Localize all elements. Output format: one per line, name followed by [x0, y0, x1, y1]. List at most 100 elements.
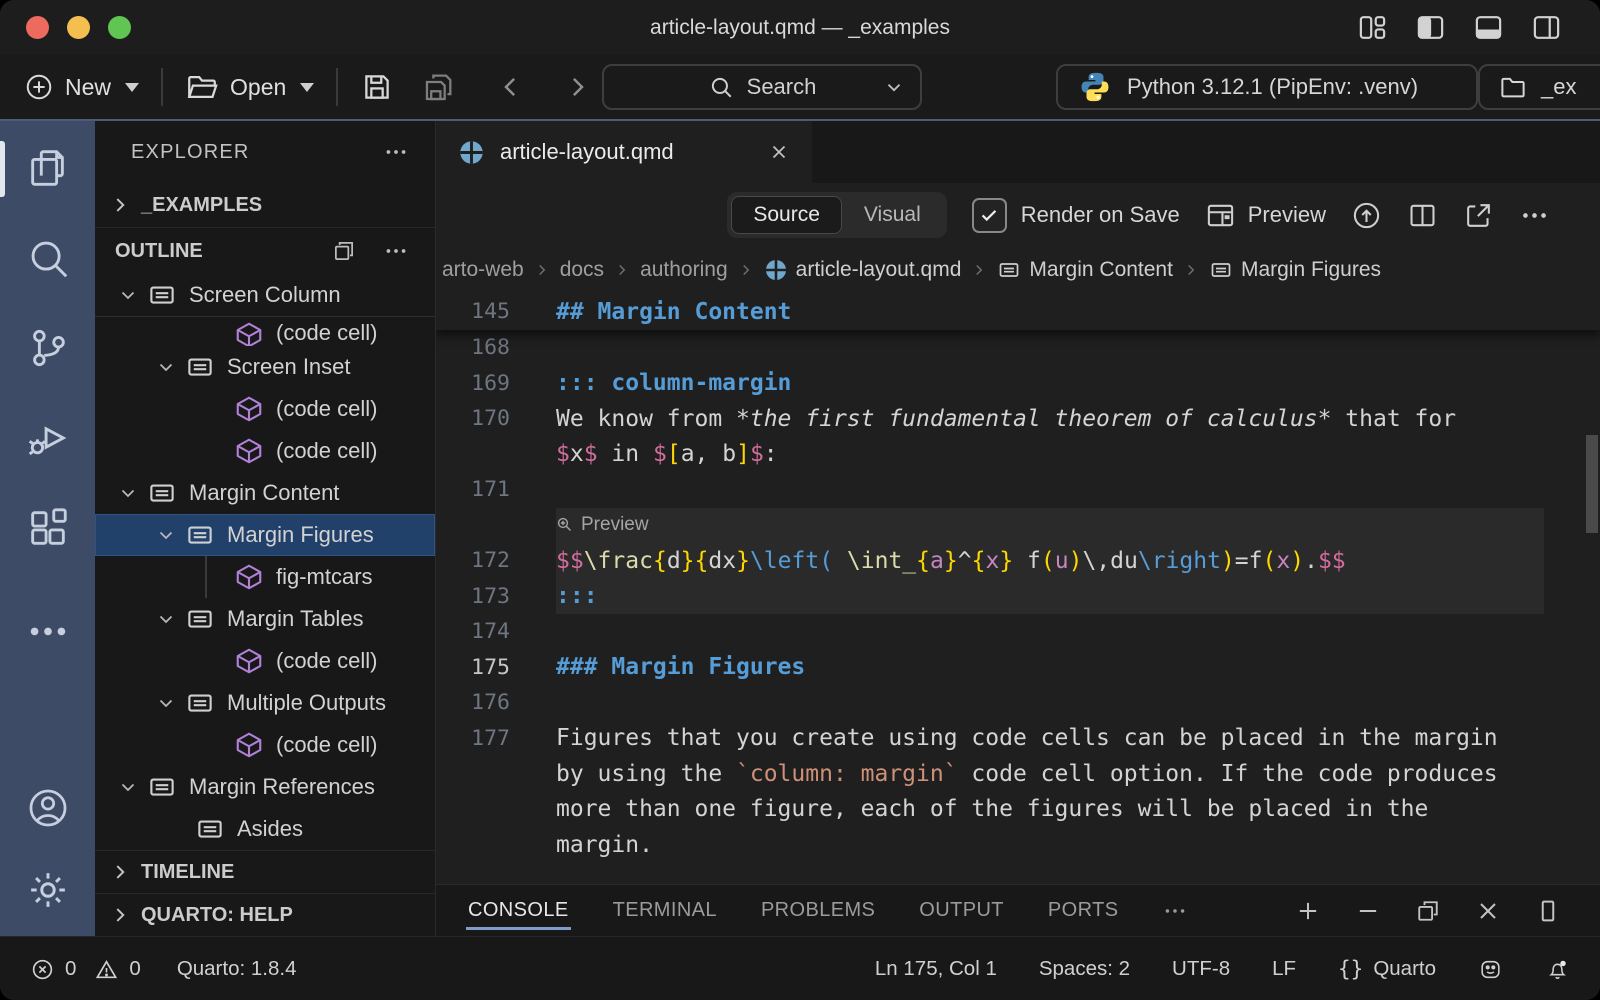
mode-source-button[interactable]: Source [731, 196, 842, 234]
quarto-version[interactable]: Quarto: 1.8.4 [177, 957, 297, 981]
settings-gear-icon[interactable] [26, 868, 70, 912]
indentation-setting[interactable]: Spaces: 2 [1039, 957, 1130, 981]
navigate-back-icon[interactable] [496, 72, 526, 102]
breadcrumb-item[interactable]: article-layout.qmd [764, 258, 962, 282]
outline-item[interactable]: Margin Figures [95, 514, 435, 556]
source-control-icon[interactable] [25, 325, 71, 371]
code-line[interactable]: Preview [436, 508, 1600, 544]
close-panel-icon[interactable] [1474, 897, 1502, 925]
preview-button[interactable]: Preview [1205, 200, 1326, 231]
breadcrumb-item[interactable]: Margin Figures [1209, 258, 1381, 282]
render-on-save-checkbox[interactable] [972, 198, 1007, 233]
run-debug-icon[interactable] [25, 415, 71, 461]
outline-item[interactable]: Margin Tables [95, 598, 435, 640]
new-console-icon[interactable] [1294, 897, 1322, 925]
save-icon[interactable] [360, 70, 394, 104]
panel-tab-terminal[interactable]: TERMINAL [613, 899, 717, 922]
maximize-panel-icon[interactable] [1534, 897, 1562, 925]
chevron-down-icon[interactable] [111, 481, 145, 505]
explorer-files-icon[interactable] [25, 145, 71, 191]
sidebar-section-outline[interactable]: OUTLINE [95, 228, 435, 274]
outline-item[interactable]: (code cell) [95, 388, 435, 430]
code-line[interactable]: 171 [436, 472, 1600, 508]
outline-item[interactable]: (code cell) [95, 317, 435, 346]
code-line[interactable]: $x$ in $[a, b]$: [436, 437, 1600, 473]
panel-tab-problems[interactable]: PROBLEMS [761, 899, 875, 922]
workspace-selector[interactable]: _ex [1478, 64, 1600, 110]
feedback-smiley-icon[interactable] [1478, 957, 1503, 982]
breadcrumb-item[interactable]: docs [560, 258, 604, 282]
code-line[interactable]: 172$$\frac{d}{dx}\left( \int_{a}^{x} f(u… [436, 543, 1600, 579]
eol-setting[interactable]: LF [1272, 957, 1296, 981]
outline-item[interactable]: Screen Column [95, 274, 435, 317]
minimize-window-button[interactable] [67, 16, 90, 39]
code-line[interactable]: margin. [436, 827, 1600, 863]
code-line[interactable]: 173::: [436, 579, 1600, 615]
code-line[interactable]: by using the `column: margin` code cell … [436, 756, 1600, 792]
mode-visual-button[interactable]: Visual [842, 196, 943, 234]
render-on-save-control[interactable]: Render on Save [972, 198, 1180, 233]
outline-more-actions-icon[interactable] [383, 238, 409, 264]
tab-article-layout[interactable]: article-layout.qmd [436, 121, 812, 183]
outline-item[interactable]: (code cell) [95, 430, 435, 472]
render-document-icon[interactable] [1351, 200, 1382, 231]
code-line[interactable]: more than one figure, each of the figure… [436, 792, 1600, 828]
split-editor-icon[interactable] [1407, 200, 1438, 231]
breadcrumb-item[interactable]: authoring [640, 258, 728, 282]
code-line[interactable]: 176 [436, 685, 1600, 721]
toggle-bottom-panel-icon[interactable] [1473, 12, 1504, 43]
editor-scrollbar-thumb[interactable] [1586, 435, 1598, 533]
toggle-left-sidebar-icon[interactable] [1415, 12, 1446, 43]
code-line[interactable]: 175### Margin Figures [436, 650, 1600, 686]
more-views-icon[interactable] [25, 595, 71, 641]
restore-panel-icon[interactable] [1414, 897, 1442, 925]
chevron-down-icon[interactable] [111, 283, 145, 307]
problems-indicator[interactable]: 0 0 [30, 957, 141, 982]
notifications-bell-icon[interactable] [1545, 957, 1570, 982]
breadcrumb-item[interactable]: arto-web [442, 258, 524, 282]
outline-item[interactable]: (code cell) [95, 724, 435, 766]
collapse-all-icon[interactable] [331, 238, 357, 264]
code-line[interactable]: 177Figures that you create using code ce… [436, 721, 1600, 757]
code-line[interactable]: 169::: column-margin [436, 366, 1600, 402]
sidebar-section-examples[interactable]: _EXAMPLES [95, 183, 435, 228]
encoding-setting[interactable]: UTF-8 [1172, 957, 1230, 981]
open-button[interactable]: Open [185, 70, 314, 104]
minimize-panel-icon[interactable] [1354, 897, 1382, 925]
panel-more-tabs-icon[interactable] [1162, 898, 1188, 924]
chevron-down-icon[interactable] [149, 355, 183, 379]
extensions-icon[interactable] [25, 505, 71, 551]
outline-item[interactable]: (code cell) [95, 640, 435, 682]
explorer-more-actions-icon[interactable] [383, 139, 409, 165]
code-line[interactable]: 170We know from *the first fundamental t… [436, 401, 1600, 437]
more-actions-icon[interactable] [1519, 200, 1550, 231]
outline-item[interactable]: Asides [95, 808, 435, 850]
language-mode[interactable]: {} Quarto [1338, 957, 1436, 981]
code-line[interactable]: 145## Margin Content [436, 293, 1600, 330]
chevron-down-icon[interactable] [149, 691, 183, 715]
chevron-down-icon[interactable] [149, 607, 183, 631]
navigate-forward-icon[interactable] [562, 72, 592, 102]
sidebar-section-timeline[interactable]: TIMELINE [95, 850, 435, 893]
outline-item[interactable]: Margin References [95, 766, 435, 808]
search-input[interactable]: Search [602, 64, 922, 110]
outline-item[interactable]: fig-mtcars [95, 556, 435, 598]
panel-tab-console[interactable]: CONSOLE [468, 899, 569, 922]
account-icon[interactable] [26, 786, 70, 830]
code-line[interactable]: 168 [436, 330, 1600, 366]
open-in-new-window-icon[interactable] [1463, 200, 1494, 231]
outline-item[interactable]: Margin Content [95, 472, 435, 514]
sidebar-section-quarto-help[interactable]: QUARTO: HELP [95, 893, 435, 936]
cursor-position[interactable]: Ln 175, Col 1 [875, 957, 997, 981]
close-tab-icon[interactable] [768, 141, 790, 163]
search-icon[interactable] [25, 235, 71, 281]
code-line[interactable]: 174 [436, 614, 1600, 650]
breadcrumb-item[interactable]: Margin Content [997, 258, 1173, 282]
preview-lens-link[interactable]: Preview [556, 514, 649, 536]
chevron-down-icon[interactable] [111, 775, 145, 799]
new-button[interactable]: New [24, 72, 139, 102]
sticky-scroll-line[interactable]: 145## Margin Content [436, 293, 1600, 330]
chevron-down-icon[interactable] [149, 523, 183, 547]
toggle-right-sidebar-icon[interactable] [1531, 12, 1562, 43]
panel-tab-output[interactable]: OUTPUT [919, 899, 1004, 922]
